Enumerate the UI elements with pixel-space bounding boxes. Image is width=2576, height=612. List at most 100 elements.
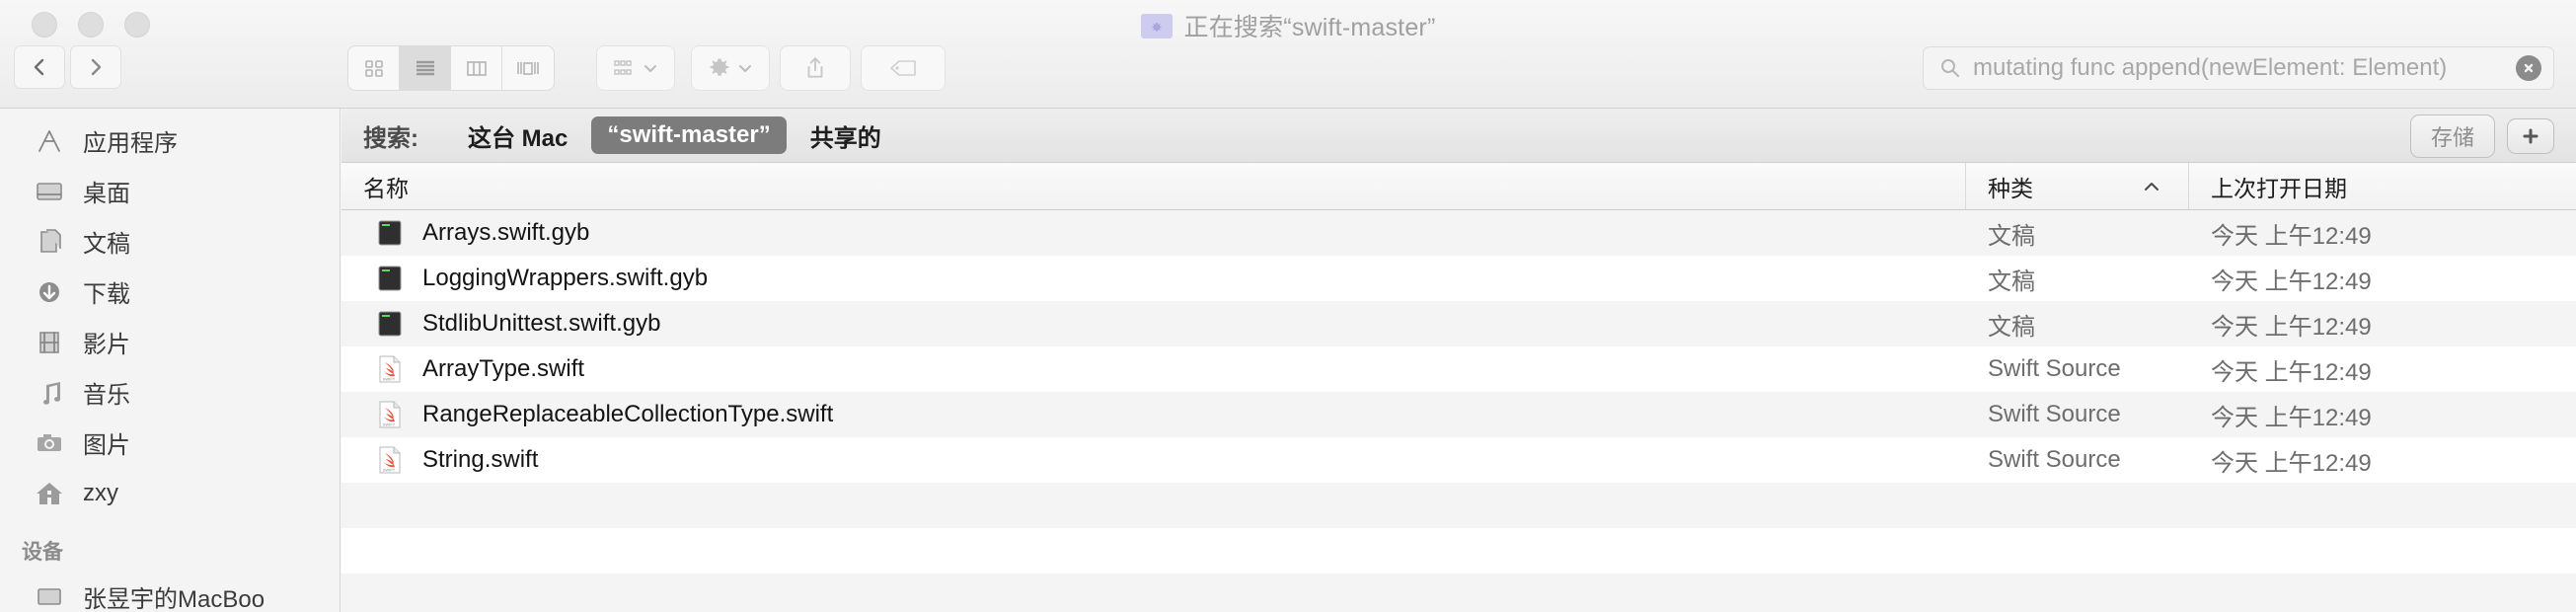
laptop-icon <box>32 582 67 612</box>
sidebar-item-documents[interactable]: 文稿 <box>0 216 340 267</box>
sidebar-clipped-item <box>0 109 340 115</box>
file-kind-cell: Swift Source <box>1988 401 2121 427</box>
sidebar-item-label: 影片 <box>83 332 130 358</box>
file-name-label: RangeReplaceableCollectionType.swift <box>422 401 834 427</box>
file-kind-cell: 文稿 <box>1988 268 2035 295</box>
swift-file-icon: SWIFT <box>375 444 405 476</box>
sidebar-item-device[interactable]: 张昱宇的MacBoo <box>0 572 340 612</box>
traffic-lights <box>32 12 150 38</box>
movies-icon <box>32 328 67 357</box>
column-header-date[interactable]: 上次打开日期 <box>2189 163 2576 209</box>
sidebar-item-applications[interactable]: 应用程序 <box>0 115 340 166</box>
finder-window: 正在搜索“swift-master” mutating func append(… <box>0 0 2576 612</box>
gear-icon <box>710 58 729 76</box>
minimize-button[interactable] <box>78 12 104 38</box>
file-name-label: ArrayType.swift <box>422 355 585 382</box>
file-date-cell: 今天 上午12:49 <box>2211 268 2372 295</box>
table-row[interactable]: LoggingWrappers.swift.gyb 文稿 今天 上午12:49 <box>341 256 2576 301</box>
table-row[interactable]: StdlibUnittest.swift.gyb 文稿 今天 上午12:49 <box>341 301 2576 346</box>
share-button[interactable] <box>780 45 851 91</box>
column-header-name-label: 名称 <box>363 175 409 201</box>
sidebar-item-music[interactable]: 音乐 <box>0 367 340 418</box>
list-view-button[interactable] <box>400 46 451 90</box>
file-kind-cell: 文稿 <box>1988 313 2035 341</box>
main-content: 搜索: 这台 Mac “swift-master” 共享的 存储 名称 种类 上… <box>341 109 2576 612</box>
tag-button[interactable] <box>861 45 946 91</box>
swift-file-icon: SWIFT <box>375 353 405 385</box>
window-title-text: 正在搜索“swift-master” <box>1183 14 1436 41</box>
file-date-cell: 今天 上午12:49 <box>2211 449 2372 477</box>
gyb-file-icon <box>375 217 405 249</box>
music-icon <box>32 378 67 408</box>
save-search-button[interactable]: 存储 <box>2409 114 2495 158</box>
close-button[interactable] <box>32 12 57 38</box>
file-name-cell: StdlibUnittest.swift.gyb <box>341 308 1966 340</box>
search-input[interactable]: mutating func append(newElement: Element… <box>1973 54 2504 82</box>
sidebar-item-movies[interactable]: 影片 <box>0 317 340 367</box>
file-date-cell: 今天 上午12:49 <box>2211 222 2372 250</box>
scope-bar-actions: 存储 <box>2409 109 2554 163</box>
sidebar-item-label: 图片 <box>83 432 130 459</box>
sidebar-item-desktop[interactable]: 桌面 <box>0 166 340 216</box>
column-header-kind-label: 种类 <box>1988 175 2033 201</box>
applications-icon <box>32 126 67 156</box>
home-icon <box>32 479 67 508</box>
file-name-cell: SWIFT String.swift <box>341 444 1966 476</box>
sidebar-item-downloads[interactable]: 下载 <box>0 267 340 317</box>
scope-shared[interactable]: 共享的 <box>795 114 897 158</box>
gyb-file-icon <box>375 308 405 340</box>
table-row[interactable]: SWIFT ArrayType.swift Swift Source 今天 上午… <box>341 346 2576 392</box>
sort-ascending-icon <box>2145 182 2159 191</box>
documents-icon <box>32 227 67 257</box>
search-field[interactable]: mutating func append(newElement: Element… <box>1923 46 2554 90</box>
add-search-criteria-button[interactable] <box>2507 117 2554 154</box>
search-icon <box>1941 59 1959 77</box>
back-button[interactable] <box>14 45 65 89</box>
scope-this-mac[interactable]: 这台 Mac <box>452 114 583 158</box>
navigation-buttons <box>14 45 121 89</box>
action-menu-button[interactable] <box>691 45 770 91</box>
view-mode-segmented-control <box>347 45 555 91</box>
sidebar-item-label: 张昱宇的MacBoo <box>83 586 265 612</box>
scope-swift-master[interactable]: “swift-master” <box>591 116 787 154</box>
zoom-button[interactable] <box>124 12 150 38</box>
column-headers: 名称 种类 上次打开日期 <box>341 163 2576 210</box>
file-list: Arrays.swift.gyb 文稿 今天 上午12:49 LoggingWr… <box>341 210 2576 612</box>
search-clear-button[interactable] <box>2516 55 2541 81</box>
sidebar-item-home[interactable]: zxy <box>0 468 340 518</box>
tag-icon <box>890 60 916 76</box>
table-row[interactable]: Arrays.swift.gyb 文稿 今天 上午12:49 <box>341 210 2576 256</box>
file-name-label: LoggingWrappers.swift.gyb <box>422 265 709 291</box>
sidebar-item-label: 下载 <box>83 281 130 308</box>
empty-row <box>341 574 2576 612</box>
sidebar-item-pictures[interactable]: 图片 <box>0 418 340 468</box>
column-header-kind[interactable]: 种类 <box>1966 163 2189 209</box>
arrange-button[interactable] <box>596 45 675 91</box>
file-name-label: StdlibUnittest.swift.gyb <box>422 310 661 337</box>
empty-row <box>341 528 2576 574</box>
sidebar-item-label: zxy <box>83 479 118 506</box>
window-toolbar: 正在搜索“swift-master” mutating func append(… <box>0 0 2576 109</box>
pictures-icon <box>32 428 67 458</box>
column-view-button[interactable] <box>451 46 502 90</box>
icon-view-button[interactable] <box>348 46 400 90</box>
file-name-cell: Arrays.swift.gyb <box>341 217 1966 249</box>
downloads-icon <box>32 277 67 307</box>
forward-button[interactable] <box>70 45 121 89</box>
empty-row <box>341 483 2576 528</box>
gallery-view-button[interactable] <box>502 46 554 90</box>
window-title: 正在搜索“swift-master” <box>0 8 2576 43</box>
table-row[interactable]: SWIFT RangeReplaceableCollectionType.swi… <box>341 392 2576 437</box>
sidebar-item-label: 应用程序 <box>83 130 178 157</box>
table-row[interactable]: SWIFT String.swift Swift Source 今天 上午12:… <box>341 437 2576 483</box>
file-name-label: Arrays.swift.gyb <box>422 219 590 246</box>
file-name-label: String.swift <box>422 446 539 473</box>
gyb-file-icon <box>375 263 405 294</box>
plus-icon <box>2523 128 2538 143</box>
svg-text:SWIFT: SWIFT <box>383 377 396 382</box>
column-header-name[interactable]: 名称 <box>341 163 1966 209</box>
chevron-down-icon <box>739 65 751 72</box>
desktop-icon <box>32 177 67 206</box>
sidebar: 应用程序 桌面 文稿 下载 影片 音乐 图片 zxy 设备 张昱宇的MacBoo <box>0 109 341 612</box>
smart-folder-icon <box>1140 13 1173 38</box>
